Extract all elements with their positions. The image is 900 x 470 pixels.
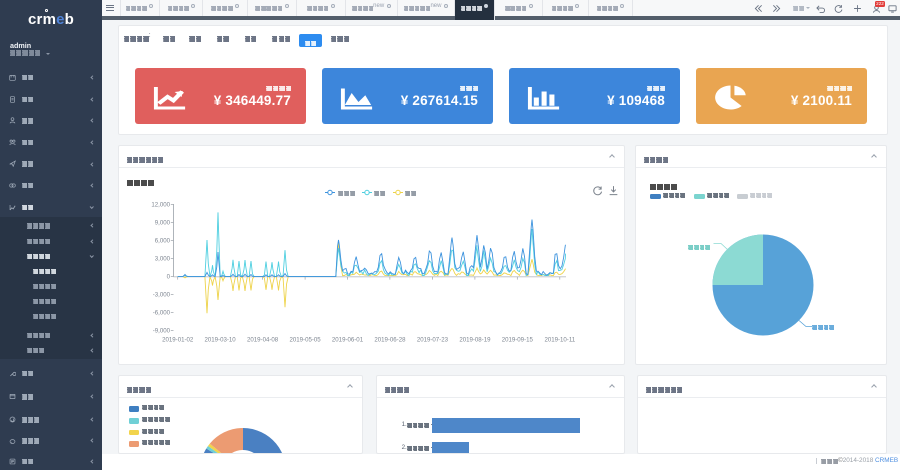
svg-text:2019-07-23: 2019-07-23 xyxy=(417,337,449,344)
svg-text:6,000: 6,000 xyxy=(155,238,171,245)
svg-text:12,000: 12,000 xyxy=(151,202,170,209)
svg-text:3,000: 3,000 xyxy=(155,256,171,263)
svg-text:2019-10-11: 2019-10-11 xyxy=(544,337,575,344)
svg-text:2019-09-15: 2019-09-15 xyxy=(502,337,534,344)
svg-text:2019-03-10: 2019-03-10 xyxy=(205,337,237,344)
svg-text:2019-05-05: 2019-05-05 xyxy=(290,337,322,344)
svg-text:-9,000: -9,000 xyxy=(153,328,171,335)
svg-text:2019-08-19: 2019-08-19 xyxy=(459,337,491,344)
svg-text:2019-06-28: 2019-06-28 xyxy=(374,337,406,344)
svg-text:2019-01-02: 2019-01-02 xyxy=(162,337,194,344)
svg-text:2019-04-08: 2019-04-08 xyxy=(247,337,279,344)
svg-text:2019-06-01: 2019-06-01 xyxy=(332,337,364,344)
svg-text:0: 0 xyxy=(167,274,171,281)
svg-text:9,000: 9,000 xyxy=(155,220,171,227)
svg-text:-6,000: -6,000 xyxy=(153,310,171,317)
svg-text:-3,000: -3,000 xyxy=(153,292,171,299)
